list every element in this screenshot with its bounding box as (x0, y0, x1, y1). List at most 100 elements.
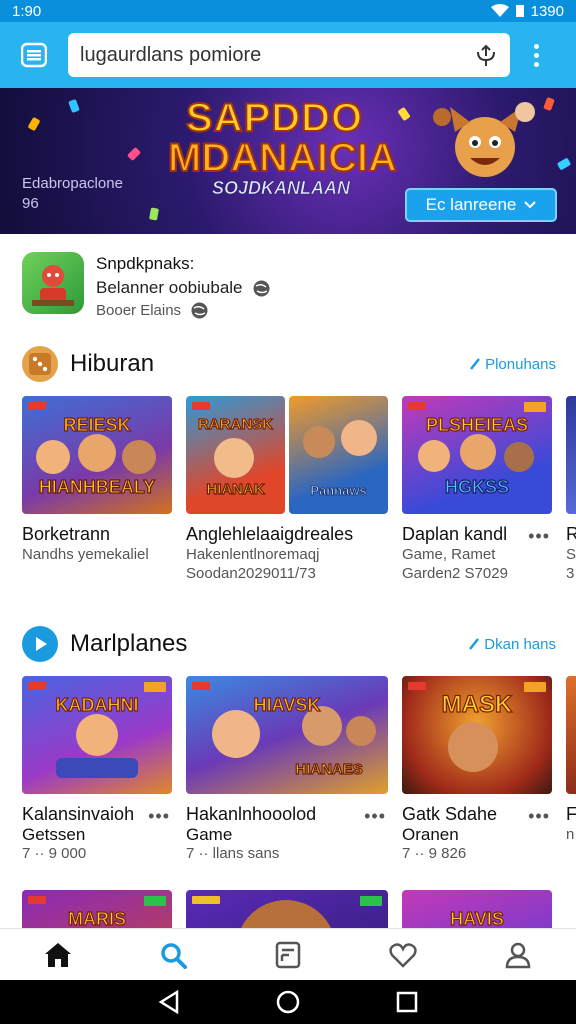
game-card-partial[interactable]: R S 3 (566, 396, 576, 583)
banner-cta-button[interactable]: Ec lanreene (405, 188, 557, 222)
game-meta-2: 7 ·· llans sans (186, 845, 280, 862)
game-meta: Hakenlentlnoremaqj (186, 546, 320, 563)
game-card[interactable]: HIAVSK HIANAES Hakanlnhooolod Game 7 ·· … (186, 676, 388, 863)
banner-subtitle: Edabropaclone 96 (22, 174, 123, 214)
pencil-icon (470, 358, 481, 370)
game-row-third: MARIS HAVIS (22, 890, 576, 928)
confetti-shape (126, 146, 142, 162)
status-right-text: 1390 (530, 2, 564, 20)
banner-title-line3: SOJDKANLAAN (212, 178, 351, 199)
game-card-partial[interactable]: F n (566, 676, 576, 844)
section-see-all-link[interactable]: Dkan hans (468, 636, 556, 653)
game-meta: S (566, 546, 576, 563)
more-options-icon[interactable]: ••• (364, 806, 386, 827)
game-title: Hakanlnhooolod (186, 804, 317, 824)
banner-sub-line2: 96 (22, 195, 39, 212)
section-link-label: Plonuhans (485, 355, 556, 373)
thumb-subtitle: HIANHBEALY (38, 476, 156, 497)
game-meta: n (566, 826, 575, 843)
game-thumbnail: KADAHNI (22, 676, 172, 794)
section-header-hiburan: Hiburan Plonuhans (22, 344, 556, 384)
nav-profile[interactable] (493, 933, 543, 977)
menu-button[interactable] (12, 33, 56, 77)
game-meta-2: Garden2 S7029 (402, 565, 508, 582)
game-meta-2: 3 (566, 565, 575, 582)
home-circle-icon[interactable] (276, 990, 300, 1014)
nav-search[interactable] (148, 933, 198, 977)
dice-icon (22, 346, 58, 382)
search-input[interactable]: lugaurdlans pomiore (68, 33, 510, 77)
more-options-icon[interactable]: ••• (528, 526, 550, 547)
game-card[interactable]: KADAHNI Kalansinvaioh Getssen 7 ·· 9 000… (22, 676, 172, 863)
game-thumbnail: MASK (402, 676, 552, 794)
section-link-label: Dkan hans (484, 635, 556, 653)
confetti-shape (68, 98, 80, 114)
featured-app-icon (22, 252, 84, 314)
thumb-subtitle: HIANAES (295, 760, 364, 778)
search-query: lugaurdlans pomiore (80, 43, 262, 66)
featured-app-name: Snpdkpnaks: (96, 254, 195, 273)
game-meta: Nandhs yemekaliel (22, 546, 149, 563)
game-thumbnail: HIAVSK HIANAES (186, 676, 388, 794)
library-icon (275, 941, 301, 968)
section-title: Hiburan (70, 350, 155, 377)
more-options-icon[interactable]: ••• (148, 806, 170, 827)
status-bar: 1:90 1390 (0, 0, 576, 22)
system-navigation-bar (0, 980, 576, 1024)
game-meta: Game (186, 825, 233, 844)
game-card[interactable]: RARANSK HIANAK Pannaws Anglehlelaaigdrea… (186, 396, 388, 583)
game-card[interactable]: MASK Gatk Sdahe Oranen 7 ·· 9 826 ••• (402, 676, 552, 863)
banner-sub-line1: Edabropaclone (22, 175, 123, 192)
more-options-icon[interactable]: ••• (528, 806, 550, 827)
game-card[interactable]: REIESK HIANHBEALY Borketrann Nandhs yeme… (22, 396, 172, 564)
featured-app-category: Booer Elains (96, 302, 208, 319)
game-meta: Getssen (22, 825, 86, 844)
nav-library[interactable] (263, 933, 313, 977)
thumb-title: MARIS (67, 908, 126, 928)
thumb-subtitle: HIANAK (206, 480, 266, 498)
section-title: Marlplanes (70, 630, 188, 657)
game-thumbnail: HAVIS (402, 890, 552, 928)
confetti-shape (397, 106, 411, 122)
thumb-title: RARANSK (197, 415, 273, 433)
nav-home[interactable] (33, 933, 83, 977)
profile-icon (506, 942, 531, 968)
game-card[interactable]: PLSHEIEAS HGKSS Daplan kandl Game, Ramet… (402, 396, 552, 583)
game-card[interactable]: HAVIS (402, 890, 552, 928)
game-thumbnail: PLSHEIEAS HGKSS (402, 396, 552, 514)
confetti-shape (556, 157, 572, 171)
game-thumbnail: REIESK HIANHBEALY (22, 396, 172, 514)
recents-icon[interactable] (396, 991, 418, 1013)
back-icon[interactable] (158, 990, 180, 1014)
mic-icon[interactable] (474, 42, 498, 68)
game-title: F (566, 804, 576, 824)
game-meta-2: 7 ·· 9 826 (402, 845, 467, 862)
app-bar: lugaurdlans pomiore (0, 22, 576, 88)
section-see-all-link[interactable]: Plonuhans (469, 356, 556, 373)
game-card[interactable]: MARIS (22, 890, 172, 928)
game-thumbnail (566, 676, 576, 794)
home-icon (44, 942, 71, 967)
bottom-navigation (0, 928, 576, 980)
game-row-hiburan: REIESK HIANHBEALY Borketrann Nandhs yeme… (22, 396, 576, 596)
banner-title-line2: MDANAICIA (167, 135, 398, 181)
section-header-marlplanes: Marlplanes Dkan hans (22, 624, 556, 664)
confetti-shape (27, 116, 41, 132)
thumb-title: HAVIS (450, 908, 505, 928)
promo-banner[interactable]: SAPDDO MDANAICIA SOJDKANLAAN Edabropaclo… (0, 88, 576, 234)
featured-app-line1: Belanner oobiubale (96, 278, 243, 297)
globe-icon (253, 280, 270, 296)
wifi-icon (490, 4, 509, 17)
game-title: Borketrann (22, 524, 111, 544)
confetti-shape (149, 207, 159, 221)
game-meta: Game, Ramet (402, 546, 496, 563)
nav-wishlist[interactable] (378, 933, 428, 977)
featured-app[interactable]: Snpdkpnaks: Belanner oobiubale Booer Ela… (22, 252, 562, 319)
thumb-title: MASK (441, 691, 513, 718)
game-title: R (566, 524, 576, 544)
globe-icon (191, 302, 208, 319)
more-vert-icon[interactable] (526, 43, 546, 67)
thumb-subtitle-2: Pannaws (310, 483, 367, 499)
game-thumbnail: MARIS (22, 890, 172, 928)
game-card[interactable] (186, 890, 388, 928)
